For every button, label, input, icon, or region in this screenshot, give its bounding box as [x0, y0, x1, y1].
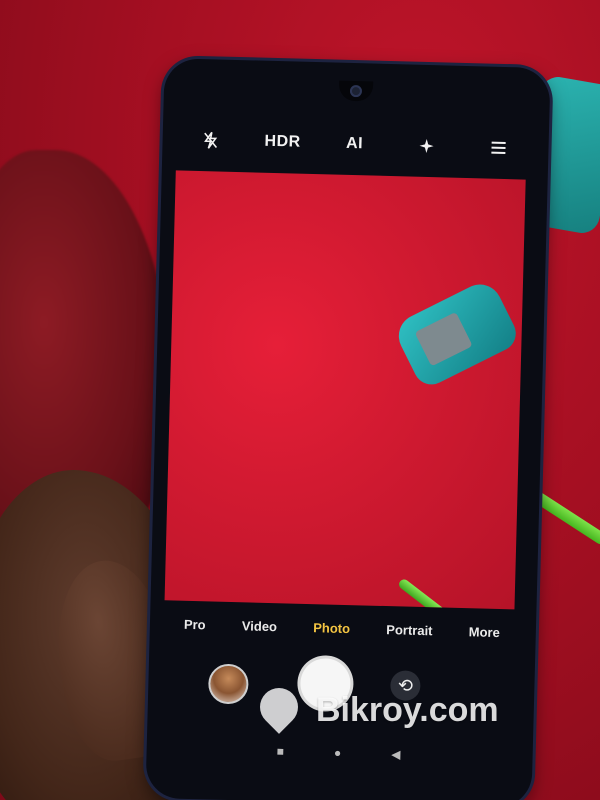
viewfinder-feature-phone — [391, 277, 522, 391]
watermark: Bikroy.com — [250, 680, 499, 734]
flash-off-icon[interactable] — [190, 125, 231, 156]
camera-topbar: HDR AI — [176, 114, 533, 173]
sparkle-icon[interactable] — [406, 130, 447, 161]
camera-mode-selector: Pro Video Photo Portrait More — [164, 606, 521, 649]
triangle-back-icon[interactable]: ◀ — [391, 747, 401, 761]
hamburger-menu-icon[interactable] — [478, 132, 519, 163]
mode-more[interactable]: More — [469, 624, 500, 640]
mode-photo[interactable]: Photo — [313, 620, 350, 636]
mode-pro[interactable]: Pro — [184, 616, 206, 632]
viewfinder-pen — [397, 577, 475, 610]
system-navbar: ■ ● ◀ — [160, 736, 517, 769]
camera-viewfinder[interactable] — [164, 170, 526, 610]
circle-icon[interactable]: ● — [334, 746, 342, 760]
watermark-text: Bikroy.com — [316, 690, 499, 729]
hdr-toggle[interactable]: HDR — [262, 127, 303, 158]
gallery-thumbnail[interactable] — [207, 663, 249, 705]
front-camera-notch — [338, 80, 374, 102]
square-icon[interactable]: ■ — [277, 744, 285, 758]
mode-video[interactable]: Video — [242, 618, 278, 634]
photo-scene: HDR AI Pro Video Photo Portrait More ⟲ ■… — [0, 0, 600, 800]
feature-phone-screen — [414, 311, 473, 367]
watermark-logo-icon — [250, 680, 308, 734]
mode-portrait[interactable]: Portrait — [386, 622, 433, 638]
ai-toggle[interactable]: AI — [334, 129, 375, 160]
